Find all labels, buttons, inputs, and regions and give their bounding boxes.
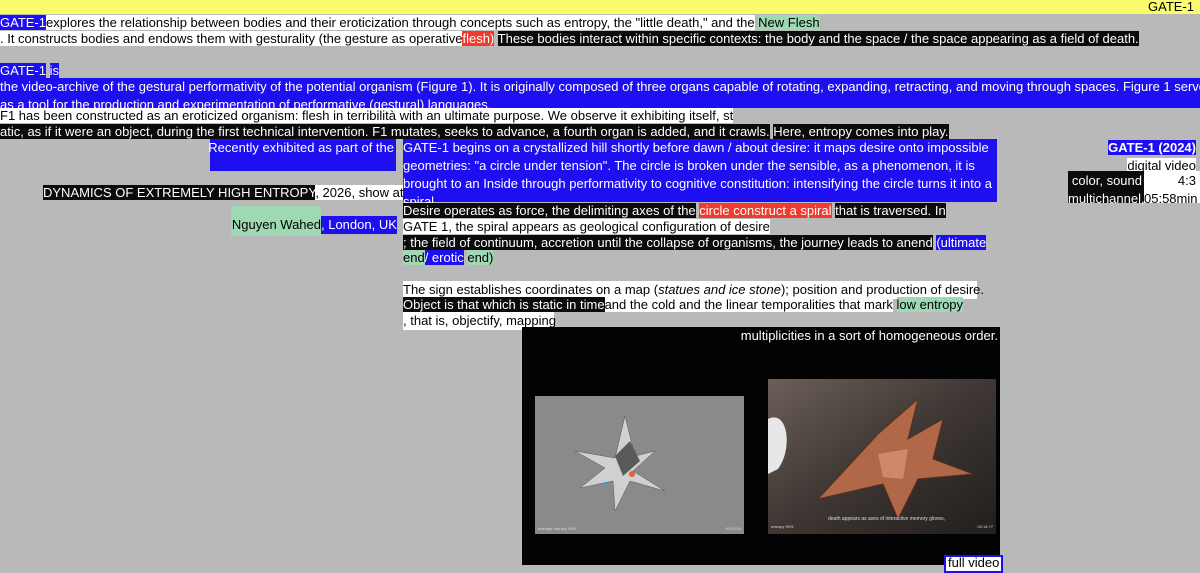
body-p2-line-4: end/ erotic end) bbox=[403, 249, 494, 267]
erotic-tag[interactable]: / erotic bbox=[424, 250, 464, 265]
body-p2-a: Desire operates as force, the delimiting… bbox=[403, 203, 696, 218]
archive-line-1: the video-archive of the gestural perfor… bbox=[0, 79, 1200, 94]
body-p3-e: multiplicities in a sort of homogeneous … bbox=[740, 328, 998, 343]
full-video-button[interactable]: full video bbox=[944, 555, 1004, 573]
meta-multichannel: multichannel, bbox=[1068, 191, 1145, 206]
video-2-subtitle: death appears as axes of interactive mem… bbox=[828, 516, 946, 522]
archive-gate-tag[interactable]: GATE-1 bbox=[0, 63, 46, 78]
meta-duration: 05:58min bbox=[1144, 191, 1198, 206]
exhibit-gallery-block: Nguyen Wahed bbox=[231, 206, 321, 236]
intro-tail: These bodies interact within specific co… bbox=[497, 31, 1139, 46]
exhibit-city: , London, UK bbox=[321, 216, 397, 234]
gate-tag: GATE-1 bbox=[0, 15, 46, 30]
body-p1-line: GATE-1 begins on a crystallized hill sho… bbox=[403, 140, 989, 155]
body-p3-italic: statues and ice stone bbox=[658, 282, 781, 297]
body-p3-c: and the cold and the linear temporalitie… bbox=[604, 297, 893, 312]
exhibit-show-title[interactable]: DYNAMICS OF EXTREMELY HIGH ENTROPY bbox=[43, 185, 316, 200]
meta-black-block: color, sound multichannel, bbox=[1068, 171, 1145, 206]
body-p3-a: The sign establishes coordinates on a ma… bbox=[403, 282, 659, 297]
body-p1-line: brought to an Inside through performativ… bbox=[403, 176, 992, 191]
body-p2-d: ; the field of continuum, accretion unti… bbox=[403, 235, 912, 250]
crystal-organism-image bbox=[535, 396, 744, 534]
new-flesh-tag[interactable]: New Flesh bbox=[758, 15, 820, 30]
body-p1: GATE-1 begins on a crystallized hill sho… bbox=[403, 139, 997, 209]
f1-tail: Here, entropy comes into play. bbox=[773, 124, 949, 139]
body-p3-b: ); position and production of desire. bbox=[780, 282, 985, 297]
top-bar: GATE-1 bbox=[0, 0, 1200, 14]
meta-title: GATE-1 (2024) bbox=[1108, 140, 1196, 155]
intro-text-2: . It constructs bodies and endows them w… bbox=[0, 31, 463, 46]
body-p1-line: geometries: "a circle under tension". Th… bbox=[403, 158, 975, 173]
meta-ratio: 4:3 bbox=[1177, 173, 1196, 188]
end-tag-3: end) bbox=[467, 250, 494, 265]
header-label: GATE-1 bbox=[1148, 0, 1194, 14]
body-p2-b: that is traversed. In bbox=[835, 203, 946, 218]
flesh-tag[interactable]: flesh) bbox=[462, 31, 495, 46]
exhibit-show-tail: , 2026, show at bbox=[315, 185, 404, 200]
video-1-time: 00:02:34 bbox=[725, 526, 741, 531]
organic-organism-image bbox=[768, 379, 996, 534]
ultimate-tag[interactable]: (ultimate bbox=[936, 235, 987, 250]
exhibit-gallery[interactable]: Nguyen Wahed bbox=[232, 216, 321, 234]
end-tag: end bbox=[911, 235, 933, 250]
video-2-caption: entropy 59% bbox=[771, 524, 794, 529]
archive-blue-block: the video-archive of the gestural perfor… bbox=[0, 78, 1200, 112]
video-panel: multiplicities in a sort of homogeneous … bbox=[522, 327, 1000, 565]
exhibit-recent: Recently exhibited as part of the bbox=[208, 140, 394, 155]
exhibit-blue-block: Recently exhibited as part of the bbox=[208, 139, 396, 171]
meta-color: color, sound bbox=[1071, 173, 1142, 188]
meta-white-block: 4:3 05:58min bbox=[1144, 171, 1200, 206]
spiral-tag[interactable]: circle construct a spiral bbox=[699, 203, 832, 218]
video-still-1[interactable]: average entropy 59% 00:02:34 bbox=[535, 396, 744, 534]
video-1-caption: average entropy 59% bbox=[538, 526, 577, 531]
body-p3-d: , that is, objectify, mapping bbox=[403, 313, 556, 328]
video-still-2[interactable]: entropy 59% death appears as axes of int… bbox=[768, 379, 996, 534]
object-tag: Object is that which is static in time bbox=[403, 297, 605, 312]
intro-text: explores the relationship between bodies… bbox=[46, 15, 755, 30]
archive-is: is bbox=[49, 63, 60, 78]
body-p2-c: GATE 1, the spiral appears as geological… bbox=[403, 219, 770, 234]
f1-text-1: F1 has been constructed as an eroticized… bbox=[0, 108, 734, 123]
low-entropy-tag[interactable]: low entropy bbox=[896, 297, 964, 312]
meta-block: GATE-1 (2024) digital video bbox=[1108, 139, 1196, 175]
exhibit-show-line: DYNAMICS OF EXTREMELY HIGH ENTROPY, 2026… bbox=[43, 184, 404, 202]
video-2-time: 00:14:?? bbox=[977, 524, 993, 529]
end-tag-2: end bbox=[403, 250, 425, 265]
intro-line-2: . It constructs bodies and endows them w… bbox=[0, 30, 1139, 48]
f1-text-2: atic, as if it were an object, during th… bbox=[0, 124, 770, 139]
